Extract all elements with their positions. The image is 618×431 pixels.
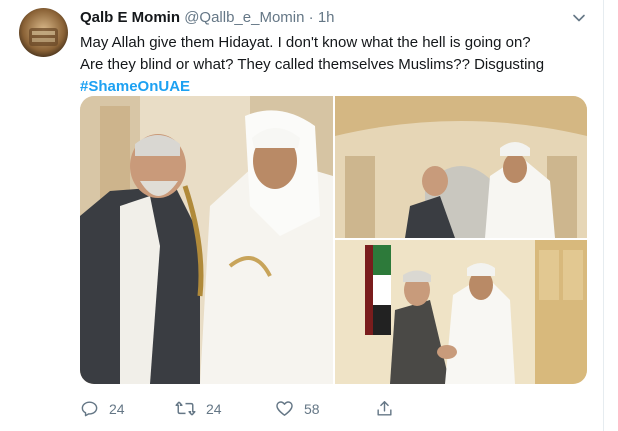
timestamp[interactable]: 1h (318, 9, 335, 26)
photo-1[interactable] (80, 96, 333, 384)
separator-dot: · (308, 9, 314, 26)
photo-3[interactable] (335, 240, 587, 384)
author-handle[interactable]: @Qallb_e_Momin (184, 9, 304, 26)
share-button[interactable] (375, 399, 394, 418)
reply-count: 24 (109, 400, 125, 417)
author-name[interactable]: Qalb E Momin (80, 9, 180, 26)
media-grid (80, 96, 587, 384)
tweet-header: Qalb E Momin @Qallb_e_Momin · 1h (80, 9, 335, 26)
chevron-down-icon[interactable] (571, 10, 587, 26)
like-button[interactable]: 58 (275, 399, 320, 418)
retweet-count: 24 (206, 400, 222, 417)
hashtag-link[interactable]: #ShameOnUAE (80, 76, 550, 98)
photo-2[interactable] (335, 96, 587, 238)
like-count: 58 (304, 400, 320, 417)
tweet-card[interactable]: Qalb E Momin @Qallb_e_Momin · 1h May All… (0, 0, 604, 431)
like-icon (275, 399, 294, 418)
share-icon (375, 399, 394, 418)
retweet-button[interactable]: 24 (175, 399, 222, 418)
reply-icon (80, 399, 99, 418)
tweet-text: May Allah give them Hidayat. I don't kno… (80, 32, 550, 98)
reply-button[interactable]: 24 (80, 399, 125, 418)
retweet-icon (175, 399, 196, 418)
tweet-body: May Allah give them Hidayat. I don't kno… (80, 34, 545, 73)
action-bar: 24 24 58 (80, 399, 500, 419)
avatar[interactable] (19, 8, 68, 57)
